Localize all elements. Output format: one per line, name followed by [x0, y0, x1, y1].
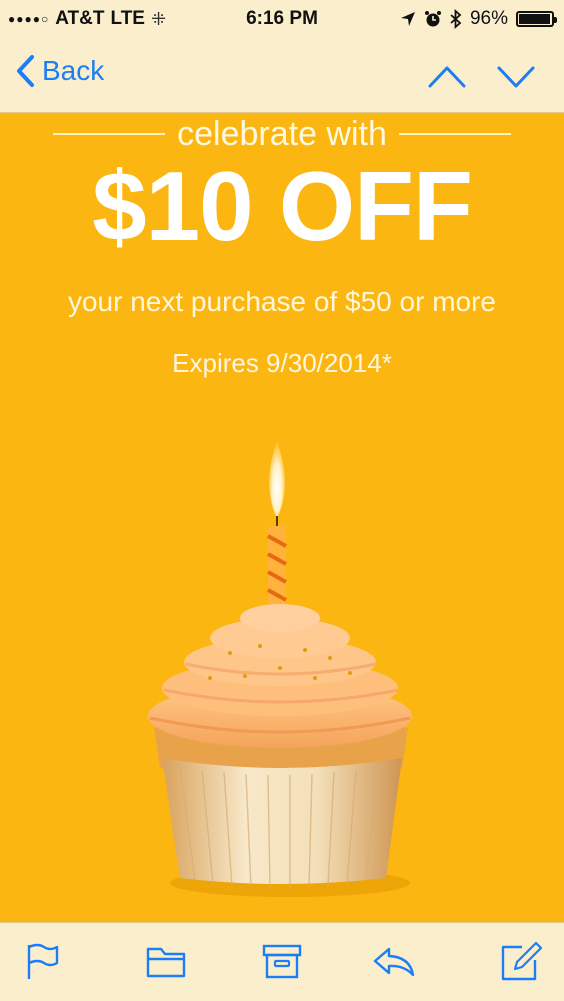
location-arrow-icon [400, 12, 415, 26]
bottom-toolbar [0, 922, 564, 1001]
chevron-up-icon [428, 66, 466, 88]
battery-percent: 96% [469, 8, 508, 29]
compose-icon [501, 941, 543, 981]
folder-icon [146, 947, 186, 978]
flag-button[interactable] [20, 939, 64, 983]
top-bar: ●●●●○ AT&T LTE ⁜ 6:16 PM 96% Back [0, 0, 564, 113]
divider-left [53, 133, 166, 135]
status-right: 96% [400, 8, 557, 30]
status-bar: ●●●●○ AT&T LTE ⁜ 6:16 PM 96% [0, 0, 564, 38]
discount-headline: $10 OFF [92, 151, 473, 261]
cupcake-image [148, 442, 412, 897]
expiration-date: Expires 9/30/2014* [172, 348, 392, 378]
archive-button[interactable] [260, 939, 304, 983]
flag-icon [27, 943, 59, 979]
reply-icon [373, 947, 415, 977]
bluetooth-icon [450, 9, 462, 29]
back-button-label: Back [42, 55, 105, 86]
next-message-button[interactable] [496, 62, 536, 90]
chevron-down-icon [497, 66, 535, 88]
mail-nav-bar: Back [0, 42, 564, 110]
battery-icon [516, 11, 557, 27]
alarm-clock-icon [424, 11, 441, 27]
back-button[interactable]: Back [14, 54, 104, 88]
reply-button[interactable] [372, 939, 416, 983]
compose-button[interactable] [498, 939, 543, 983]
move-to-folder-button[interactable] [144, 939, 188, 983]
battery-fill [519, 14, 550, 24]
divider-right [398, 133, 511, 135]
chevron-left-icon [17, 55, 34, 87]
archive-icon [262, 944, 302, 979]
previous-message-button[interactable] [427, 62, 467, 90]
celebrate-text: celebrate with [177, 114, 387, 153]
purchase-condition: your next purchase of $50 or more [67, 286, 496, 317]
